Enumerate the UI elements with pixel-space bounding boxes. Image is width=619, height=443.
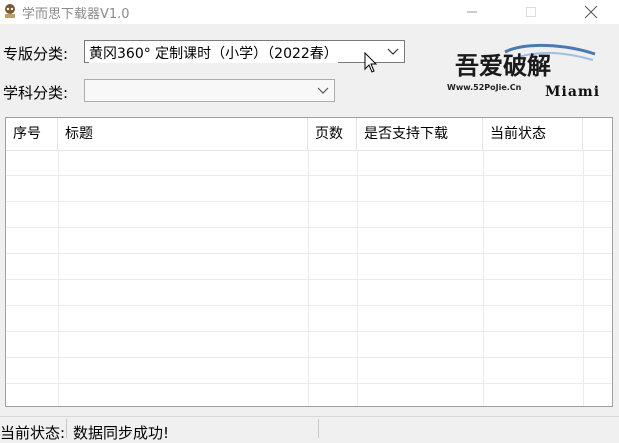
title-bar: 学而思下载器V1.0 bbox=[0, 0, 619, 24]
edition-label: 专版分类: bbox=[3, 45, 69, 63]
chevron-down-icon[interactable] bbox=[386, 47, 400, 57]
table-row bbox=[6, 358, 612, 384]
table-row bbox=[6, 176, 612, 202]
table-header: 序号 标题 页数 是否支持下载 当前状态 bbox=[6, 118, 612, 151]
subject-combobox[interactable] bbox=[84, 79, 335, 102]
status-label: 当前状态: bbox=[0, 424, 66, 442]
status-message: 数据同步成功! bbox=[73, 424, 170, 442]
app-icon bbox=[5, 4, 15, 18]
logo-main-text: 吾爱破解 bbox=[455, 51, 551, 80]
column-header-title[interactable]: 标题 bbox=[58, 118, 308, 150]
course-list-table[interactable]: 序号 标题 页数 是否支持下载 当前状态 bbox=[5, 117, 613, 407]
status-bar: 当前状态: 数据同步成功! bbox=[0, 416, 619, 442]
logo-url-text: Www.52PoJie.Cn bbox=[447, 83, 522, 92]
maximize-icon bbox=[526, 7, 536, 17]
table-row bbox=[6, 254, 612, 280]
close-button[interactable] bbox=[568, 0, 614, 24]
table-row bbox=[6, 150, 612, 176]
mouse-pointer-icon bbox=[364, 52, 378, 73]
table-row bbox=[6, 332, 612, 358]
table-row bbox=[6, 306, 612, 332]
table-row bbox=[6, 384, 612, 406]
status-separator bbox=[66, 419, 67, 438]
window-title: 学而思下载器V1.0 bbox=[22, 7, 130, 22]
table-row bbox=[6, 280, 612, 306]
logo-signature: Miami bbox=[545, 84, 600, 100]
minimize-button[interactable] bbox=[449, 0, 495, 24]
maximize-button[interactable] bbox=[508, 0, 554, 24]
minimize-icon bbox=[467, 11, 477, 13]
edition-combobox[interactable]: 黄冈360° 定制课时（小学）（2022春） bbox=[84, 40, 405, 63]
column-header-extra bbox=[583, 118, 612, 150]
edition-selected-value: 黄冈360° 定制课时（小学）（2022春） bbox=[89, 43, 338, 63]
column-header-status[interactable]: 当前状态 bbox=[483, 118, 583, 150]
close-icon bbox=[584, 5, 598, 19]
subject-label: 学科分类: bbox=[3, 84, 69, 102]
status-separator bbox=[318, 419, 319, 438]
forum-logo: 吾爱破解 Www.52PoJie.Cn Miami bbox=[447, 44, 600, 100]
chevron-down-icon[interactable] bbox=[316, 86, 330, 96]
column-header-pages[interactable]: 页数 bbox=[308, 118, 357, 150]
column-header-index[interactable]: 序号 bbox=[6, 118, 58, 150]
table-row bbox=[6, 202, 612, 228]
table-row bbox=[6, 228, 612, 254]
column-header-downloadable[interactable]: 是否支持下载 bbox=[357, 118, 483, 150]
